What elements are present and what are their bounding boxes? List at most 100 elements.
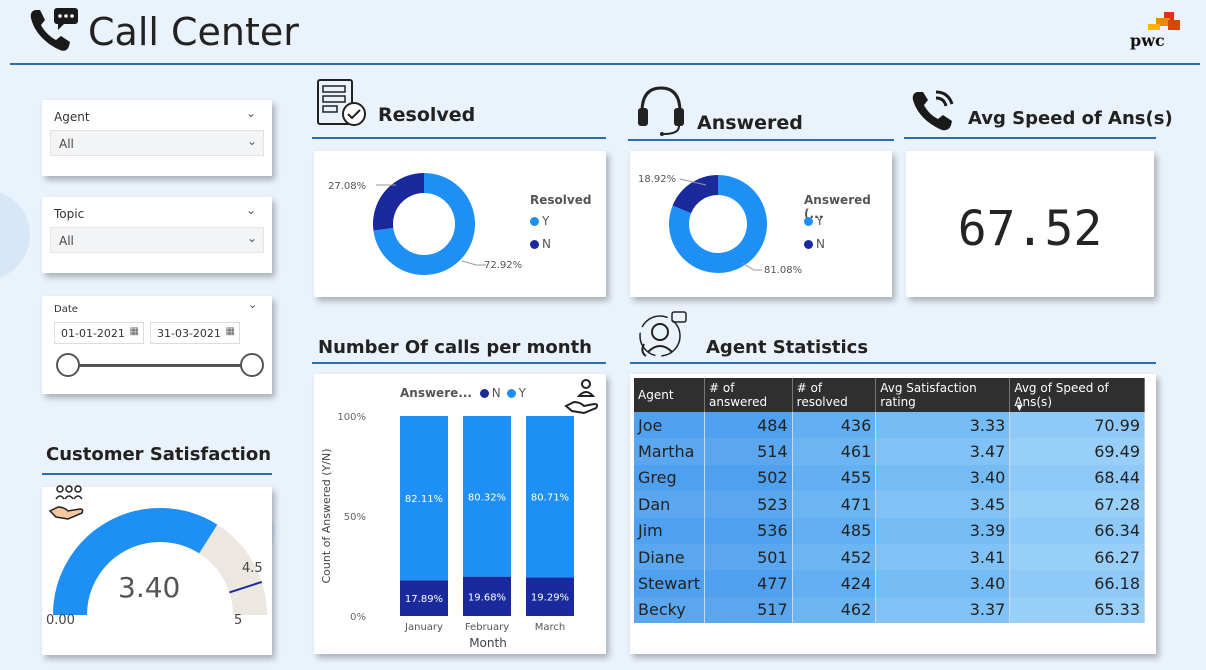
resolved-y-percent: 72.92%: [484, 260, 522, 271]
satisfaction-gauge-card: 3.40 0.00 5 4.5: [42, 485, 272, 655]
topic-dropdown[interactable]: All ⌄: [50, 227, 264, 253]
section-underline: [42, 473, 272, 475]
calendar-icon[interactable]: ▦: [226, 326, 235, 337]
gauge-max-label: 5: [234, 613, 243, 628]
table-cell: 69.49: [1009, 438, 1145, 465]
calendar-icon[interactable]: ▦: [130, 326, 139, 337]
gauge-min-label: 0.00: [46, 613, 75, 628]
table-cell: Greg: [634, 464, 706, 492]
avg-speed-title: Avg Speed of Ans(s): [968, 108, 1173, 129]
chevron-down-icon[interactable]: ⌄: [246, 203, 256, 217]
table-row[interactable]: Greg 502 455 3.40 68.44: [634, 464, 1145, 492]
table-cell: 3.40: [875, 570, 1011, 597]
pwc-logo-text: pwc: [1130, 31, 1165, 50]
column-header-resolved[interactable]: # of resolved: [792, 378, 877, 412]
end-date-input[interactable]: 31-03-2021 ▦: [150, 322, 240, 344]
x-axis-label: Month: [469, 636, 507, 650]
data-label: 80.71%: [531, 493, 569, 504]
end-date-value: 31-03-2021: [157, 327, 221, 340]
table-cell: 65.33: [1009, 596, 1145, 624]
agent-statistics-table: Agent # of answered # of resolved Avg Sa…: [634, 378, 1145, 624]
table-row[interactable]: Dan 523 471 3.45 67.28: [634, 491, 1145, 518]
table-cell: 452: [792, 543, 877, 571]
answered-legend-n[interactable]: N: [804, 237, 825, 251]
table-cell: 3.40: [875, 464, 1011, 492]
table-cell: Martha: [634, 438, 706, 465]
answered-donut-chart: 18.92% 81.08%: [638, 174, 802, 276]
resolved-donut-chart: 27.08% 72.92%: [328, 173, 522, 275]
table-cell: 517: [704, 596, 793, 624]
table-cell: 67.28: [1009, 491, 1145, 518]
date-slicer: Date ⌄ 01-01-2021 ▦ 31-03-2021 ▦: [42, 296, 272, 394]
data-label: 82.11%: [405, 494, 443, 505]
table-row[interactable]: Stewart 477 424 3.40 66.18: [634, 570, 1145, 597]
resolved-n-segment[interactable]: [373, 173, 425, 231]
table-cell: 68.44: [1009, 464, 1145, 492]
agent-slicer-label: Agent: [54, 110, 90, 124]
section-underline: [312, 137, 606, 139]
y-tick-label: 100%: [337, 412, 366, 423]
support-agent-icon: [636, 310, 688, 362]
date-range-track: [68, 364, 252, 367]
table-row[interactable]: Jim 536 485 3.39 66.34: [634, 517, 1145, 544]
sort-descending-icon[interactable]: ▼: [1016, 403, 1022, 412]
date-range-end-handle[interactable]: [240, 353, 264, 377]
avg-speed-value: 67.52: [957, 201, 1103, 257]
table-cell: 3.41: [875, 543, 1011, 571]
resolved-title: Resolved: [378, 104, 476, 126]
answered-donut-card: 18.92% 81.08% Answered (... Y N: [630, 151, 892, 297]
section-underline: [630, 362, 1156, 364]
phone-ringing-icon: [910, 86, 958, 134]
chevron-down-icon: ⌄: [246, 134, 257, 148]
table-row[interactable]: Becky 517 462 3.37 65.33: [634, 596, 1145, 624]
y-tick-label: 50%: [344, 512, 366, 523]
section-underline: [628, 139, 894, 141]
chevron-down-icon: ⌄: [246, 231, 257, 245]
date-range-start-handle[interactable]: [56, 353, 80, 377]
table-cell: 477: [704, 570, 793, 597]
chevron-down-icon[interactable]: ⌄: [246, 106, 256, 120]
column-header-agent[interactable]: Agent: [634, 378, 706, 412]
answered-title: Answered: [697, 112, 803, 134]
table-cell: 3.39: [875, 517, 1011, 544]
topic-slicer: Topic ⌄ All ⌄: [42, 197, 272, 273]
start-date-input[interactable]: 01-01-2021 ▦: [54, 322, 144, 344]
table-row[interactable]: Martha 514 461 3.47 69.49: [634, 438, 1145, 465]
table-cell: 455: [792, 464, 877, 492]
table-cell: 461: [792, 438, 877, 465]
pwc-logo: pwc: [1128, 12, 1184, 52]
table-cell: Diane: [634, 543, 706, 571]
answered-legend-y[interactable]: Y: [804, 214, 823, 228]
table-cell: 436: [792, 412, 877, 439]
answered-n-segment[interactable]: [672, 175, 719, 214]
column-header-answered[interactable]: # of answered: [704, 378, 793, 412]
answered-n-percent: 18.92%: [638, 174, 676, 185]
column-header-avg-speed[interactable]: Avg of Speed of Ans(s) ▼: [1009, 378, 1145, 412]
table-cell: 471: [792, 491, 877, 518]
phone-chat-icon: [28, 6, 80, 54]
chevron-down-icon[interactable]: ⌄: [248, 298, 257, 311]
table-cell: 484: [704, 412, 793, 439]
avg-speed-card: 67.52: [906, 151, 1154, 297]
table-row[interactable]: Diane 501 452 3.41 66.27: [634, 543, 1145, 571]
table-cell: 70.99: [1009, 412, 1145, 439]
resolved-legend-n[interactable]: N: [530, 237, 551, 251]
data-label: 17.89%: [405, 594, 443, 605]
table-row[interactable]: Joe 484 436 3.33 70.99: [634, 412, 1145, 439]
resolved-legend-y[interactable]: Y: [530, 214, 549, 228]
table-cell: 501: [704, 543, 793, 571]
calls-bar-chart: 0% 50% 100% Count of Answered (Y/N) 82.11% 17…: [320, 412, 574, 650]
table-cell: 3.47: [875, 438, 1011, 465]
table-cell: 3.45: [875, 491, 1011, 518]
data-label: 80.32%: [468, 492, 506, 503]
table-cell: 3.33: [875, 412, 1011, 439]
topic-dropdown-value: All: [59, 234, 74, 248]
table-cell: Stewart: [634, 570, 706, 597]
answered-y-percent: 81.08%: [764, 265, 802, 276]
table-cell: 485: [792, 517, 877, 544]
column-header-avg-satisfaction[interactable]: Avg Satisfaction rating: [875, 378, 1011, 412]
agent-dropdown[interactable]: All ⌄: [50, 130, 264, 156]
customer-satisfaction-title: Customer Satisfaction: [46, 444, 272, 465]
x-tick-label: March: [535, 622, 565, 633]
table-cell: 514: [704, 438, 793, 465]
